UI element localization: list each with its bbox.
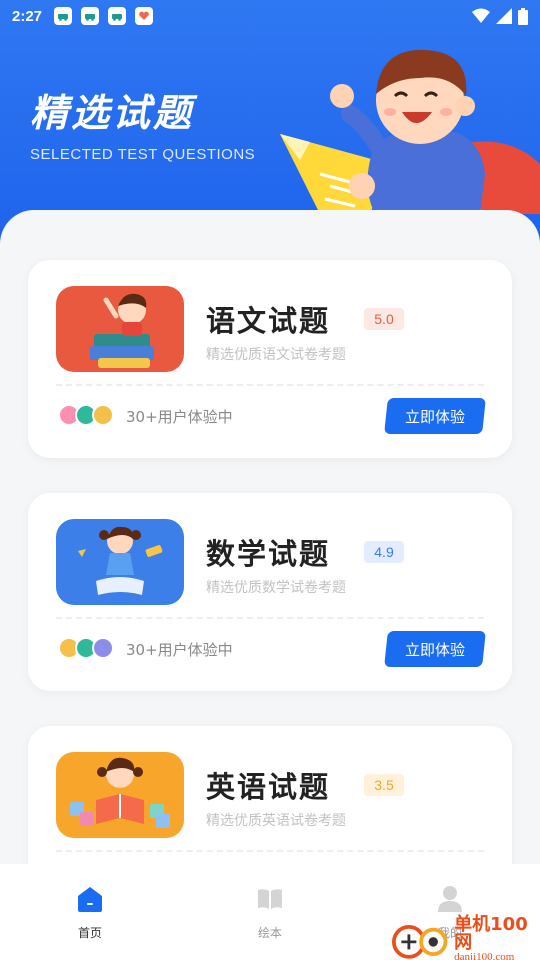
card-description: 精选优质英语试卷考题 <box>206 813 346 829</box>
nav-label: 首页 <box>77 926 102 940</box>
user-icon <box>435 884 465 914</box>
nav-item-home[interactable]: 首页 <box>0 864 180 960</box>
battery-icon <box>518 7 528 25</box>
book-icon <box>255 884 285 914</box>
main-panel: 语文试题 5.0 精选优质语文试卷考题 30+用户体验中 立即体验 数学试题 4… <box>0 210 540 924</box>
notification-heart-icon <box>135 7 154 25</box>
divider <box>56 384 484 386</box>
watermark: 单机100网 danji100.com <box>392 916 540 960</box>
chinese-thumbnail <box>56 286 184 372</box>
watermark-brand: 单机100网 <box>454 914 528 953</box>
card-description: 精选优质语文试卷考题 <box>206 347 346 363</box>
divider <box>56 850 484 852</box>
boy-mascot-illustration <box>280 49 540 214</box>
user-avatars <box>58 404 114 426</box>
watermark-url: danji100.com <box>454 951 515 960</box>
button-label: 立即体验 <box>404 640 465 659</box>
nav-item-picture-book[interactable]: 绘本 <box>180 864 360 960</box>
card-title: 数学试题 <box>206 537 331 571</box>
try-now-button[interactable]: 立即体验 <box>384 631 486 667</box>
rating-badge: 5.0 <box>364 308 404 330</box>
page-title: 精选试题 <box>30 91 195 135</box>
english-thumbnail <box>56 752 184 838</box>
course-card-math[interactable]: 数学试题 4.9 精选优质数学试卷考题 30+用户体验中 立即体验 <box>28 493 512 691</box>
nav-label: 绘本 <box>257 926 282 940</box>
notification-car-icon <box>108 7 127 25</box>
card-description: 精选优质数学试卷考题 <box>206 580 346 596</box>
try-now-button[interactable]: 立即体验 <box>384 398 486 434</box>
notification-car-icon <box>81 7 100 25</box>
watermark-logo-icon <box>392 924 448 959</box>
card-title: 语文试题 <box>206 304 331 338</box>
course-card-chinese[interactable]: 语文试题 5.0 精选优质语文试卷考题 30+用户体验中 立即体验 <box>28 260 512 458</box>
notification-car-icon <box>54 7 73 25</box>
divider <box>56 617 484 619</box>
avatar <box>92 637 114 659</box>
status-time: 2:27 <box>12 7 43 25</box>
button-label: 立即体验 <box>404 407 465 426</box>
status-bar: 2:27 <box>0 0 540 32</box>
user-count-text: 30+用户体验中 <box>126 408 233 426</box>
avatar <box>92 404 114 426</box>
wifi-icon <box>472 8 490 23</box>
user-count-text: 30+用户体验中 <box>126 641 233 659</box>
rating-badge: 3.5 <box>364 774 404 796</box>
page-subtitle: SELECTED TEST QUESTIONS <box>30 146 256 163</box>
home-icon <box>75 884 105 914</box>
signal-icon <box>496 8 512 24</box>
rating-badge: 4.9 <box>364 541 404 563</box>
card-title: 英语试题 <box>206 770 331 804</box>
math-thumbnail <box>56 519 184 605</box>
user-avatars <box>58 637 114 659</box>
